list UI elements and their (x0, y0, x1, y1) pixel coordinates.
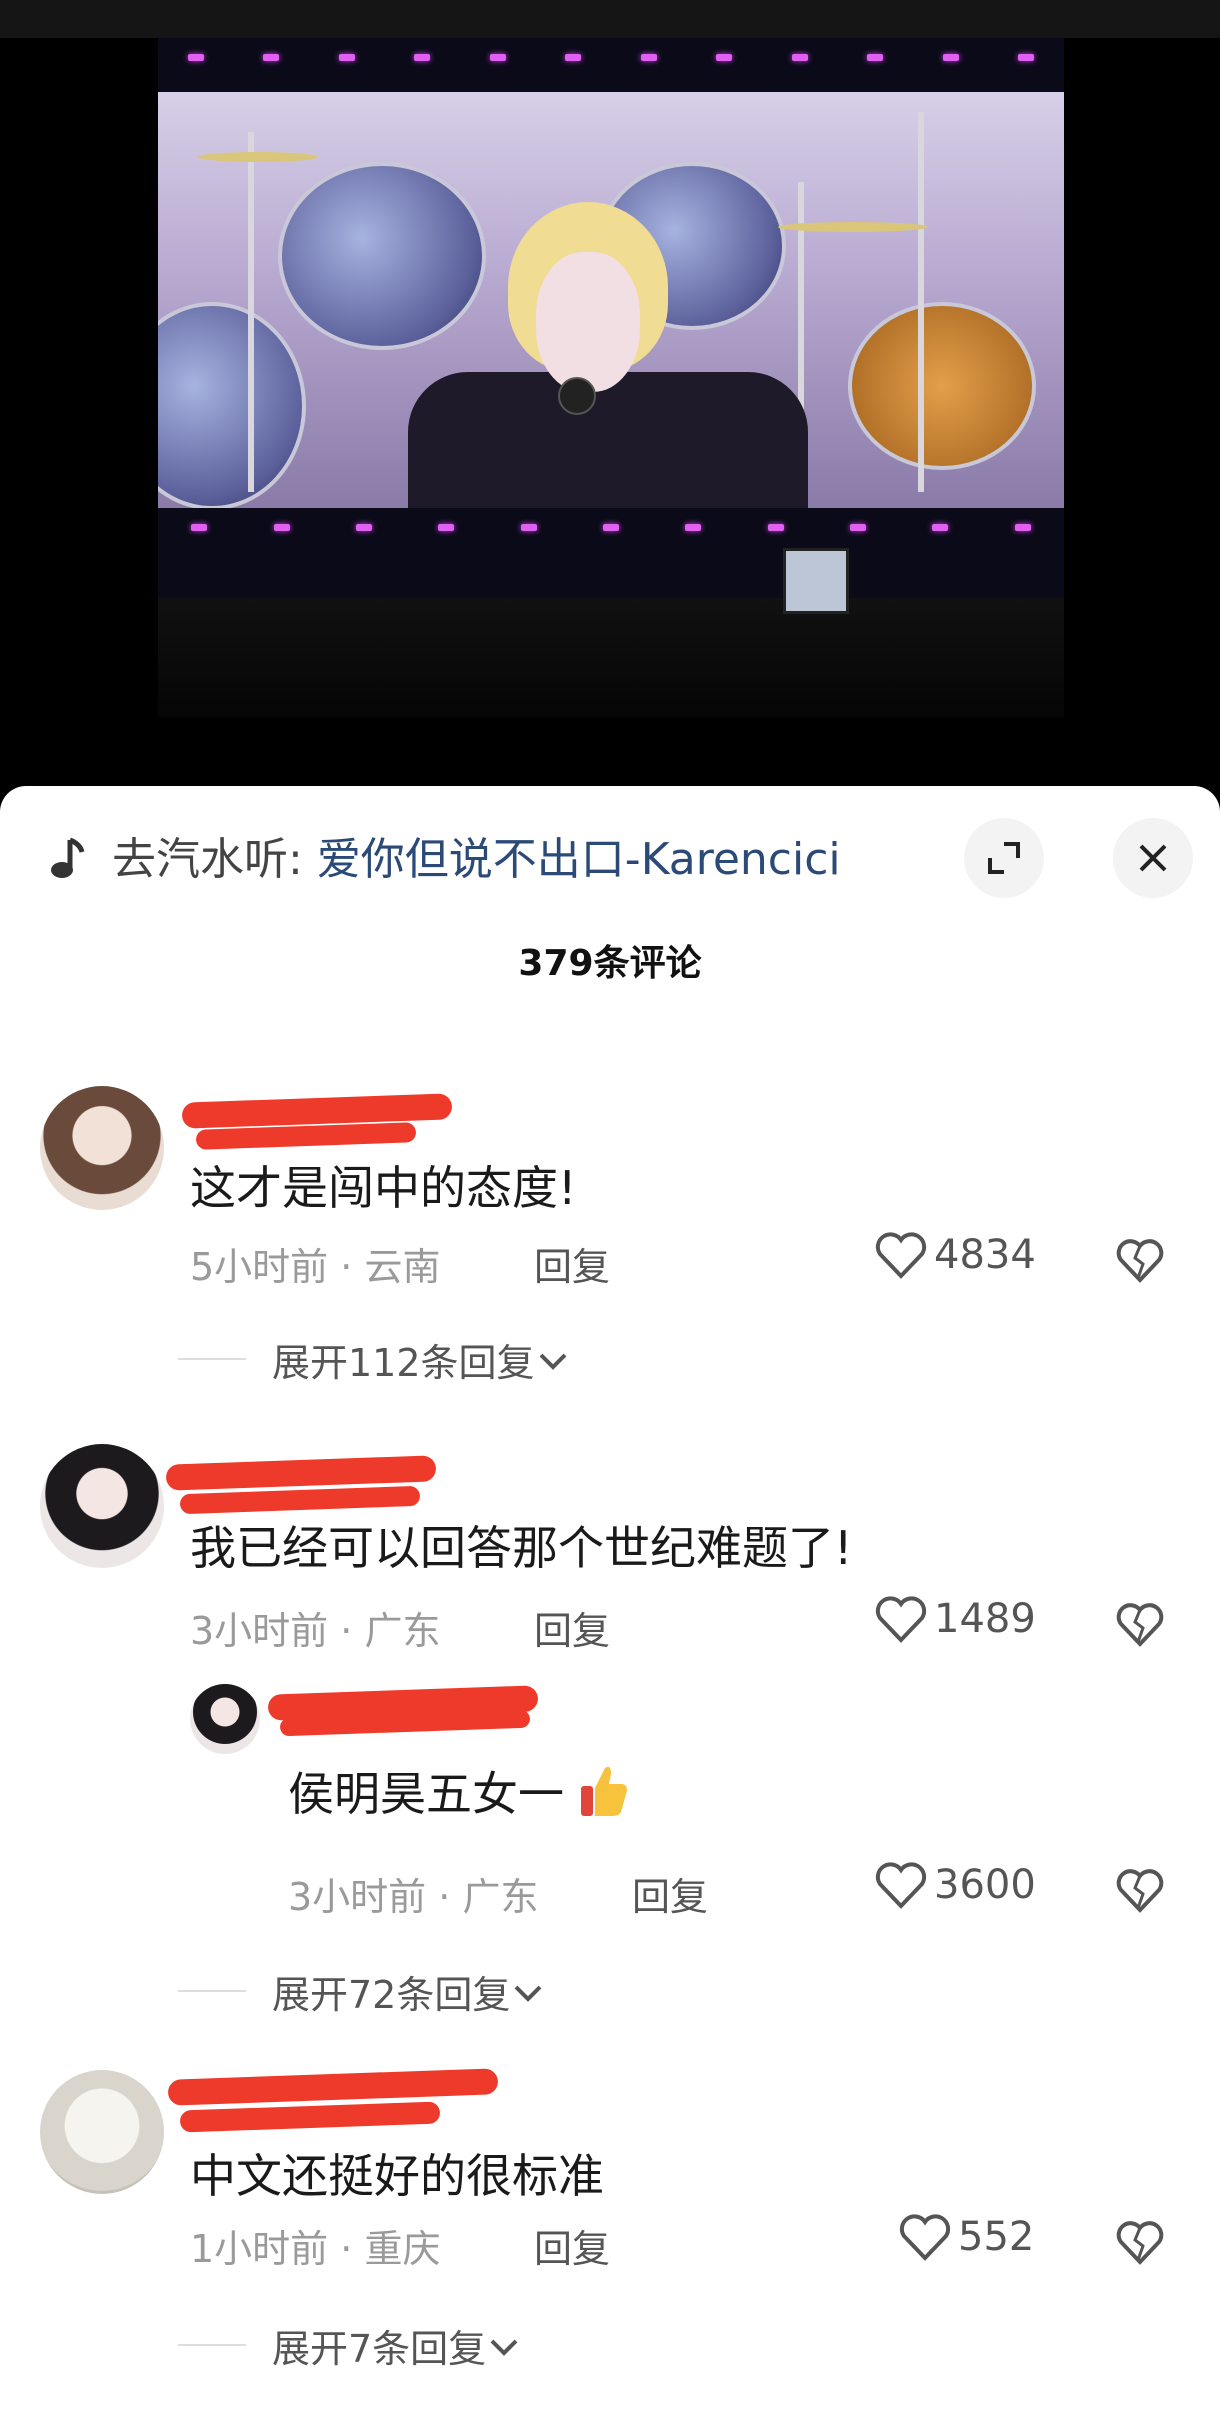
reply-avatar[interactable] (190, 1684, 260, 1754)
divider (178, 1990, 246, 1992)
status-bar (0, 0, 1220, 38)
reply-button[interactable]: 回复 (534, 2218, 610, 2273)
music-note-icon (51, 837, 85, 878)
comment-meta: 1小时前 · 重庆 (190, 2218, 440, 2273)
audience (158, 598, 1064, 718)
comment-time: 1小时前 (190, 2227, 329, 2271)
comment-location: 云南 (364, 1245, 441, 1289)
expand-replies-label: 展开112条回复 (272, 1341, 535, 1385)
stage-lights-bottom (158, 518, 1064, 536)
stage-lights (158, 48, 1064, 66)
fullscreen-icon (988, 842, 1020, 874)
heart-icon (875, 1596, 927, 1643)
reply-text: 侯明昊五女一 (288, 1758, 629, 1824)
song-title[interactable]: 爱你但说不出口-Karencici (317, 834, 841, 885)
expand-replies-label: 展开72条回复 (272, 1973, 511, 2017)
meta-separator: · (328, 1609, 365, 1653)
comment-text: 这才是闯中的态度! (190, 1161, 577, 1215)
broken-heart-icon[interactable] (1115, 1868, 1165, 1914)
like-button[interactable]: 4834 (874, 1230, 1036, 1280)
expand-replies-button[interactable]: 展开112条回复 (272, 1332, 571, 1387)
redacted-username (179, 1485, 421, 1515)
like-count: 552 (958, 2214, 1035, 2260)
chevron-down-icon (490, 2339, 518, 2356)
audience-phone (783, 548, 849, 614)
avatar[interactable] (40, 1086, 164, 1210)
reply-text-content: 侯明昊五女一 (288, 1767, 564, 1821)
close-button[interactable] (1113, 818, 1193, 898)
comment-text: 中文还挺好的很标准 (190, 2149, 604, 2203)
avatar[interactable] (40, 1444, 164, 1568)
redacted-username (165, 1455, 437, 1491)
comment-location: 重庆 (364, 2227, 441, 2271)
meta-separator: · (328, 1245, 365, 1289)
heart-icon (875, 1232, 927, 1279)
heart-icon (899, 2214, 951, 2261)
broken-heart-icon[interactable] (1115, 1238, 1165, 1284)
reply-meta: 3小时前 · 广东 (288, 1866, 538, 1921)
meta-separator: · (426, 1875, 463, 1919)
stage-screen (158, 92, 1064, 508)
comment-count: 379条评论 (518, 943, 702, 984)
chevron-down-icon (514, 1985, 542, 2002)
close-icon (1139, 844, 1167, 872)
like-count: 4834 (934, 1232, 1036, 1278)
like-count: 1489 (934, 1596, 1036, 1642)
concert-video-frame (158, 38, 1064, 718)
comment-time: 3小时前 (190, 1609, 329, 1653)
reply-location: 广东 (462, 1875, 539, 1919)
broken-heart-icon[interactable] (1115, 2220, 1165, 2266)
music-link[interactable]: 去汽水听: 爱你但说不出口-Karencici (112, 832, 841, 888)
thumbs-up-emoji (580, 1766, 627, 1816)
redacted-username (179, 2101, 441, 2133)
divider (178, 2344, 246, 2346)
music-prefix: 去汽水听: (112, 834, 317, 885)
reply-button[interactable]: 回复 (632, 1866, 708, 1921)
like-count: 3600 (934, 1862, 1036, 1908)
like-button[interactable]: 1489 (874, 1594, 1036, 1644)
divider (178, 1358, 246, 1360)
avatar[interactable] (40, 2070, 164, 2194)
comment-time: 5小时前 (190, 1245, 329, 1289)
chevron-down-icon (539, 1353, 566, 1370)
reply-time: 3小时前 (288, 1875, 427, 1919)
redacted-username (167, 2068, 499, 2106)
comment-text: 我已经可以回答那个世纪难题了! (190, 1521, 853, 1575)
reply-button[interactable]: 回复 (534, 1600, 610, 1655)
comment-location: 广东 (364, 1609, 441, 1653)
video-player[interactable] (0, 0, 1220, 790)
broken-heart-icon[interactable] (1115, 1602, 1165, 1648)
fullscreen-button[interactable] (964, 818, 1044, 898)
reply-button[interactable]: 回复 (534, 1236, 610, 1291)
comment-meta: 5小时前 · 云南 (190, 1236, 440, 1291)
like-button[interactable]: 552 (898, 2212, 1034, 2262)
heart-icon (875, 1862, 927, 1909)
expand-replies-button[interactable]: 展开72条回复 (272, 1964, 546, 2019)
music-bar[interactable]: 去汽水听: 爱你但说不出口-Karencici (0, 786, 1220, 910)
comment-meta: 3小时前 · 广东 (190, 1600, 440, 1655)
expand-replies-button[interactable]: 展开7条回复 (272, 2318, 522, 2373)
expand-replies-label: 展开7条回复 (272, 2327, 487, 2371)
comment-sheet: 去汽水听: 爱你但说不出口-Karencici 379条评论 这才是闯中的态度!… (0, 786, 1220, 2426)
like-button[interactable]: 3600 (874, 1860, 1036, 1910)
meta-separator: · (328, 2227, 365, 2271)
